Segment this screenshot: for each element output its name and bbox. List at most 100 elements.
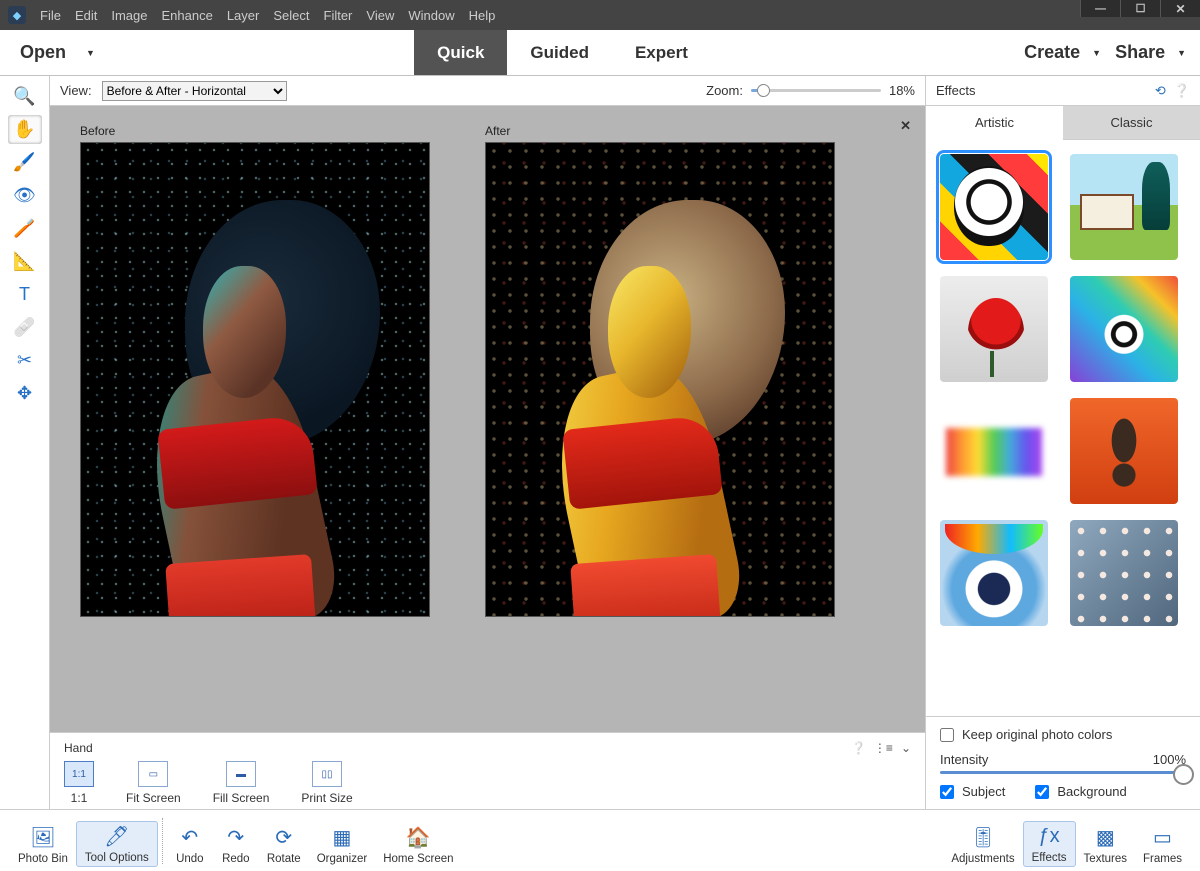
hand-tool[interactable]: ✋ — [8, 115, 42, 144]
menu-select[interactable]: Select — [273, 8, 309, 23]
help-icon[interactable]: ❔ — [851, 741, 866, 755]
view-btn-label: Fit Screen — [126, 791, 181, 805]
cmd-label: Undo — [176, 853, 204, 865]
tool-options-icon: 🖊 — [102, 822, 132, 850]
cmd-photo-bin[interactable]: 🖼Photo Bin — [10, 823, 76, 867]
menu-filter[interactable]: Filter — [324, 8, 353, 23]
zoom-slider[interactable] — [751, 89, 881, 92]
reset-icon[interactable]: ⟲ — [1155, 83, 1166, 99]
tool-options-title: Hand — [64, 741, 93, 755]
menu-view[interactable]: View — [366, 8, 394, 23]
cmd-organizer[interactable]: ▦Organizer — [309, 823, 376, 867]
zoom-tool[interactable]: 🔍 — [8, 82, 42, 111]
straighten-tool[interactable]: 📐 — [8, 247, 42, 276]
open-dropdown[interactable]: Open ▼ — [0, 30, 115, 75]
zoom-label: Zoom: — [706, 83, 743, 98]
create-dropdown[interactable]: Create ▼ — [1024, 42, 1101, 63]
organizer-icon: ▦ — [327, 823, 357, 851]
view-dropdown[interactable]: Before & After - Horizontal — [102, 81, 287, 101]
rotate-icon: ⟳ — [269, 823, 299, 851]
cmd-label: Tool Options — [85, 852, 149, 864]
effect-preset-color-splash[interactable] — [940, 398, 1048, 504]
effects-tab-classic[interactable]: Classic — [1063, 106, 1200, 140]
window-maximize[interactable] — [1120, 0, 1160, 17]
help-icon[interactable]: ❔ — [1174, 83, 1190, 99]
effect-preset-neon-animal[interactable] — [1070, 276, 1178, 382]
cmd-label: Frames — [1143, 853, 1182, 865]
intensity-label: Intensity — [940, 752, 988, 767]
options-menu-icon[interactable]: ⋮≡ — [874, 741, 893, 755]
window-close[interactable] — [1160, 0, 1200, 17]
subject-checkbox[interactable]: Subject — [940, 784, 1005, 799]
keep-colors-input[interactable] — [940, 728, 954, 742]
quick-select-tool[interactable]: 🖌️ — [8, 148, 42, 177]
cmd-effects[interactable]: ƒxEffects — [1023, 821, 1076, 867]
effect-preset-makeup-eye[interactable] — [940, 520, 1048, 626]
crop-tool[interactable]: ✂ — [8, 346, 42, 375]
cmd-label: Effects — [1032, 852, 1067, 864]
eye-tool[interactable]: 👁 — [8, 181, 42, 210]
textures-icon: ▩ — [1090, 823, 1120, 851]
subject-input[interactable] — [940, 785, 954, 799]
one-to-one-icon: 1:1 — [64, 761, 94, 787]
effect-preset-the-scream[interactable] — [1070, 398, 1178, 504]
cmd-textures[interactable]: ▩Textures — [1076, 823, 1135, 867]
mode-tab-guided[interactable]: Guided — [507, 30, 612, 75]
background-input[interactable] — [1035, 785, 1049, 799]
fill-screen-icon: ▬ — [226, 761, 256, 787]
share-label: Share — [1115, 42, 1165, 63]
menu-help[interactable]: Help — [469, 8, 496, 23]
print-size-icon: ▯▯ — [312, 761, 342, 787]
effects-tab-artistic[interactable]: Artistic — [926, 106, 1063, 140]
mode-tab-expert[interactable]: Expert — [612, 30, 711, 75]
menu-window[interactable]: Window — [408, 8, 454, 23]
menu-layer[interactable]: Layer — [227, 8, 260, 23]
cmd-adjustments[interactable]: 🎚Adjustments — [943, 823, 1022, 867]
before-image[interactable] — [80, 142, 430, 617]
cmd-home-screen[interactable]: 🏠Home Screen — [375, 823, 461, 867]
cmd-undo[interactable]: ↶Undo — [167, 823, 213, 867]
cmd-tool-options[interactable]: 🖊 Tool Options — [76, 821, 158, 867]
view-btn-label: 1:1 — [71, 791, 88, 805]
cmd-rotate[interactable]: ⟳ Rotate — [259, 823, 309, 867]
mode-tab-quick[interactable]: Quick — [414, 30, 507, 75]
keep-colors-checkbox[interactable]: Keep original photo colors — [940, 727, 1186, 742]
intensity-slider[interactable] — [940, 771, 1186, 774]
view-fit-screen-button[interactable]: ▭ Fit Screen — [126, 761, 181, 805]
view-fill-screen-button[interactable]: ▬Fill Screen — [213, 761, 270, 805]
collapse-icon[interactable]: ⌄ — [901, 741, 911, 755]
cmd-frames[interactable]: ▭Frames — [1135, 823, 1190, 867]
share-dropdown[interactable]: Share ▼ — [1115, 42, 1186, 63]
canvas-area: ✕ Before After — [50, 106, 925, 732]
window-minimize[interactable] — [1080, 0, 1120, 17]
command-bar: 🖼Photo Bin 🖊 Tool Options ↶Undo ↷ Redo ⟳ Rotate… — [0, 809, 1200, 871]
subject-label: Subject — [962, 784, 1005, 799]
redo-icon: ↷ — [221, 823, 251, 851]
effect-preset-landscape-houses[interactable] — [1070, 154, 1178, 260]
view-print-size-button[interactable]: ▯▯ Print Size — [301, 761, 352, 805]
tool-strip: 🔍 ✋ 🖌️ 👁 🪥 📐 T 🩹 ✂ ✥ — [0, 76, 50, 809]
cmd-label: Photo Bin — [18, 853, 68, 865]
effect-preset-red-poppy[interactable] — [940, 276, 1048, 382]
view-one-to-one-button[interactable]: 1:11:1 — [64, 761, 94, 805]
view-btn-label: Print Size — [301, 791, 352, 805]
menu-image[interactable]: Image — [111, 8, 147, 23]
menu-enhance[interactable]: Enhance — [162, 8, 213, 23]
keep-colors-label: Keep original photo colors — [962, 727, 1112, 742]
close-document-icon[interactable]: ✕ — [900, 118, 911, 134]
type-tool[interactable]: T — [8, 280, 42, 309]
move-tool[interactable]: ✥ — [8, 379, 42, 408]
cmd-label: Rotate — [267, 853, 301, 865]
after-image[interactable] — [485, 142, 835, 617]
cmd-label: Redo — [222, 853, 250, 865]
spot-heal-tool[interactable]: 🩹 — [8, 313, 42, 342]
menu-file[interactable]: File — [40, 8, 61, 23]
menu-edit[interactable]: Edit — [75, 8, 97, 23]
fit-screen-icon: ▭ — [138, 761, 168, 787]
background-checkbox[interactable]: Background — [1035, 784, 1126, 799]
cmd-label: Adjustments — [951, 853, 1014, 865]
effect-preset-pop-art-cat[interactable] — [940, 154, 1048, 260]
whiten-tool[interactable]: 🪥 — [8, 214, 42, 243]
effect-preset-cherry-blossom[interactable] — [1070, 520, 1178, 626]
cmd-redo[interactable]: ↷ Redo — [213, 823, 259, 867]
